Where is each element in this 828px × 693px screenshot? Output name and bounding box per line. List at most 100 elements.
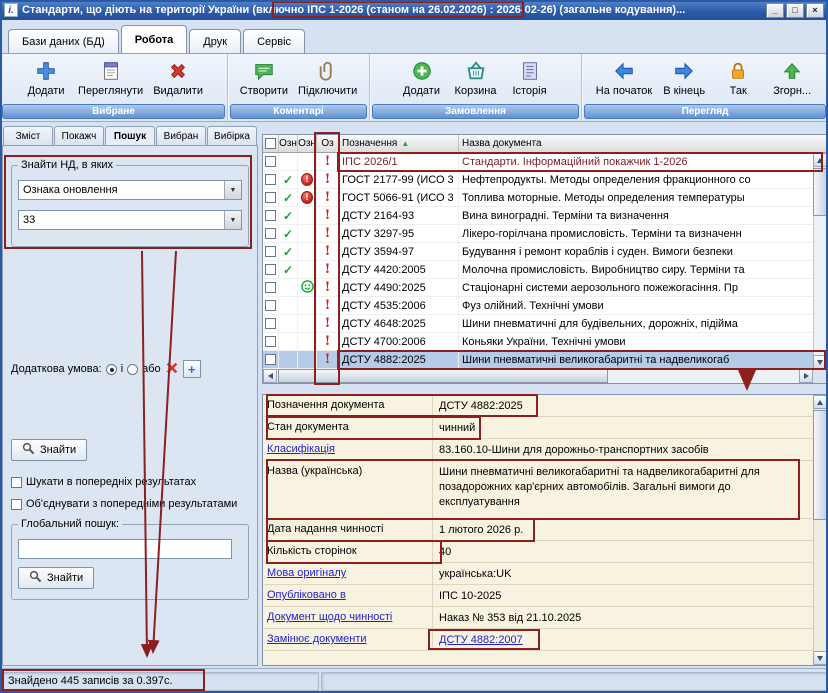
table-horizontal-scrollbar[interactable]: [263, 369, 813, 383]
row-checkbox[interactable]: [265, 282, 276, 293]
row-checkbox[interactable]: [265, 336, 276, 347]
radio-or[interactable]: [127, 364, 138, 375]
row-checkbox[interactable]: [265, 354, 276, 365]
table-row[interactable]: !ДСТУ 4535:2006Фуз олійний. Технічні умо…: [263, 297, 813, 315]
row-checkbox[interactable]: [265, 156, 276, 167]
detail-label-link[interactable]: Замінює документи: [267, 633, 367, 645]
go-end-button[interactable]: В кінець: [657, 56, 711, 99]
detail-label-link[interactable]: Опубліковано в: [267, 589, 346, 601]
radio-and[interactable]: [106, 364, 117, 375]
status-empty-cell: [321, 672, 827, 691]
merge-with-previous-checkbox[interactable]: Об'єднувати з попередніми результатами: [11, 498, 237, 510]
row-checkbox-cell: [263, 333, 279, 350]
detail-value-link[interactable]: ДСТУ 4882:2007: [439, 634, 523, 646]
row-designation: ДСТУ 4700:2006: [339, 333, 459, 350]
row-checkbox[interactable]: [265, 318, 276, 329]
details-vertical-scrollbar[interactable]: [813, 395, 827, 665]
table-row[interactable]: !ДСТУ 4490:2025Стаціонарні системи аероз…: [263, 279, 813, 297]
header-checkbox[interactable]: [265, 138, 276, 149]
comment-attach-button[interactable]: Підключити: [293, 56, 362, 99]
header-designation[interactable]: Позначення▲: [339, 135, 459, 152]
left-tab-selected[interactable]: Вибран: [156, 126, 206, 145]
checkbox-icon[interactable]: [11, 499, 22, 510]
maximize-button[interactable]: □: [786, 3, 804, 18]
table-row[interactable]: ✓!ДСТУ 2164-93Вина виноградні. Терміни т…: [263, 207, 813, 225]
order-basket-button[interactable]: Корзина: [449, 56, 503, 99]
scrollbar-thumb[interactable]: [813, 410, 827, 520]
scrollbar-thumb[interactable]: [278, 369, 608, 383]
order-history-button[interactable]: Історія: [503, 56, 557, 99]
favorites-delete-button[interactable]: Видалити: [148, 56, 208, 99]
table-row[interactable]: ✓!!ГОСТ 5066-91 (ИСО 3Топлива моторные. …: [263, 189, 813, 207]
chevron-down-icon[interactable]: ▼: [224, 211, 241, 229]
scroll-left-button[interactable]: [263, 369, 277, 383]
left-tab-index[interactable]: Покажч: [54, 126, 104, 145]
toolbar-group-orders: Додати Корзина Історія Замовлення: [370, 54, 582, 121]
row-checkbox-cell: [263, 153, 279, 170]
table-row[interactable]: ✓!ДСТУ 4420:2005Молочна промисловість. В…: [263, 261, 813, 279]
scroll-right-button[interactable]: [799, 369, 813, 383]
table-vertical-scrollbar[interactable]: [813, 153, 827, 369]
scroll-down-button[interactable]: [813, 355, 827, 369]
find-button[interactable]: Знайти: [11, 439, 87, 461]
table-row[interactable]: ✓!ДСТУ 3297-95Лікеро-горілчана промислов…: [263, 225, 813, 243]
tab-service[interactable]: Сервіс: [243, 29, 305, 53]
tab-work[interactable]: Робота: [121, 25, 188, 53]
lock-icon: [725, 58, 751, 84]
chevron-down-icon[interactable]: ▼: [224, 181, 241, 199]
table-row[interactable]: !ДСТУ 4700:2006Коньяки України. Технічні…: [263, 333, 813, 351]
exclamation-icon: !: [325, 317, 331, 330]
row-checkbox[interactable]: [265, 246, 276, 257]
scroll-up-button[interactable]: [813, 153, 827, 167]
search-in-previous-checkbox[interactable]: Шукати в попередніх результатах: [11, 476, 196, 488]
header-mark2[interactable]: Озн: [298, 135, 317, 152]
table-row[interactable]: ✓!!ГОСТ 2177-99 (ИСО 3Нефтепродукты. Мет…: [263, 171, 813, 189]
row-checkbox[interactable]: [265, 174, 276, 185]
detail-value: ДСТУ 4882:2007: [433, 629, 777, 650]
row-checkbox[interactable]: [265, 210, 276, 221]
favorites-add-button[interactable]: Додати: [19, 56, 73, 99]
scroll-up-button[interactable]: [813, 395, 827, 409]
table-row[interactable]: ✓!ДСТУ 3594-97Будування і ремонт кораблі…: [263, 243, 813, 261]
collapse-button[interactable]: Згорн...: [765, 56, 819, 99]
header-mark3[interactable]: Оз: [317, 135, 339, 152]
detail-label-link[interactable]: Класифікація: [267, 443, 335, 455]
global-find-button[interactable]: Знайти: [18, 567, 94, 589]
row-mark1-cell: ✓: [279, 207, 298, 224]
row-checkbox[interactable]: [265, 264, 276, 275]
favorites-view-button[interactable]: Переглянути: [73, 56, 148, 99]
global-search-input[interactable]: [18, 539, 232, 559]
header-document-name[interactable]: Назва документа: [459, 135, 827, 152]
left-tab-search[interactable]: Пошук: [105, 126, 155, 145]
remove-condition-icon[interactable]: [165, 361, 179, 378]
row-checkbox[interactable]: [265, 228, 276, 239]
criteria-combo[interactable]: Ознака оновлення ▼: [18, 180, 242, 200]
minimize-button[interactable]: _: [766, 3, 784, 18]
order-add-button[interactable]: Додати: [395, 56, 449, 99]
left-tab-contents[interactable]: Зміст: [3, 126, 53, 145]
comment-create-button[interactable]: Створити: [235, 56, 293, 99]
detail-label-link[interactable]: Мова оригіналу: [267, 567, 346, 579]
row-checkbox[interactable]: [265, 300, 276, 311]
row-designation: ДСТУ 2164-93: [339, 207, 459, 224]
add-condition-button[interactable]: +: [183, 360, 201, 378]
titlebar: i. Стандарти, що діють на території Укра…: [0, 0, 828, 20]
close-button[interactable]: ×: [806, 3, 824, 18]
left-tab-selection[interactable]: Вибірка: [207, 126, 257, 145]
criteria-value-combo[interactable]: 33 ▼: [18, 210, 242, 230]
go-start-button[interactable]: На початок: [591, 56, 657, 99]
row-checkbox[interactable]: [265, 192, 276, 203]
detail-label-link[interactable]: Документ щодо чинності: [267, 611, 392, 623]
header-mark1[interactable]: Озн: [279, 135, 298, 152]
table-row[interactable]: !ДСТУ 4648:2025Шини пневматичні для буді…: [263, 315, 813, 333]
checkbox-icon[interactable]: [11, 477, 22, 488]
tab-print[interactable]: Друк: [189, 29, 241, 53]
yes-button[interactable]: Так: [711, 56, 765, 99]
row-mark2-cell: [298, 261, 317, 278]
table-row[interactable]: !ДСТУ 4882:2025Шини пневматичні великога…: [263, 351, 813, 369]
scrollbar-thumb[interactable]: [813, 168, 827, 216]
detail-row: Назва (українська)Шини пневматичні велик…: [263, 461, 813, 519]
tab-databases[interactable]: Бази даних (БД): [8, 29, 119, 53]
scroll-down-button[interactable]: [813, 651, 827, 665]
table-row[interactable]: !ІПС 2026/1Стандарти. Інформаційний пока…: [263, 153, 813, 171]
